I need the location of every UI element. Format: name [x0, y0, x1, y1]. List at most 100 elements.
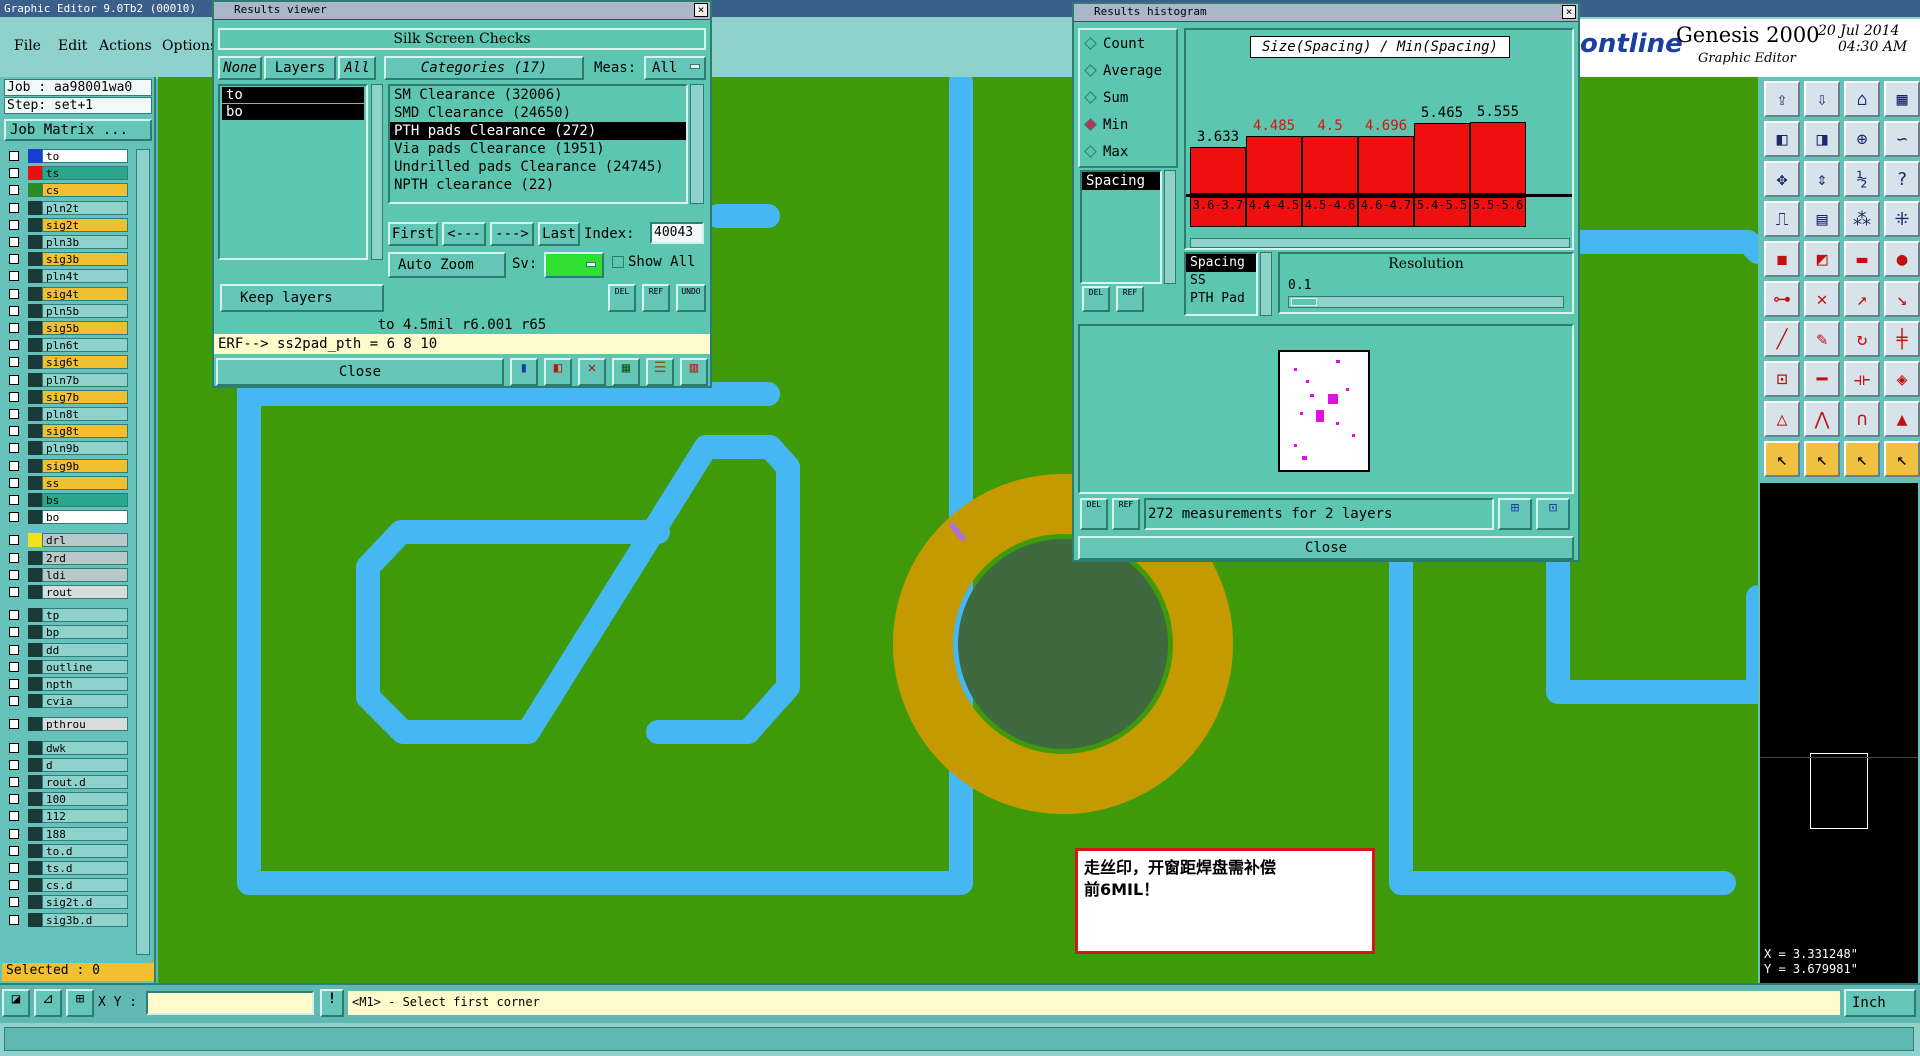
- layer-checkbox[interactable]: [9, 535, 19, 546]
- layer-row-112[interactable]: 112: [6, 809, 128, 824]
- histogram-bar[interactable]: [1470, 122, 1526, 194]
- layer-color-swatch[interactable]: [28, 510, 42, 525]
- resolution-slider[interactable]: [1288, 296, 1564, 308]
- layer-color-swatch[interactable]: [28, 149, 42, 163]
- type-scrollbar[interactable]: [1260, 252, 1272, 316]
- layer-color-swatch[interactable]: [28, 694, 42, 709]
- layer-checkbox[interactable]: [9, 202, 19, 213]
- drc-icon[interactable]: ⁂: [1844, 201, 1880, 237]
- histogram-icon[interactable]: ▥: [680, 358, 708, 386]
- layer-row-dwk[interactable]: dwk: [6, 740, 128, 755]
- pointer-icon[interactable]: ↖: [1764, 441, 1800, 477]
- layer-color-swatch[interactable]: [28, 659, 42, 674]
- layer-color-swatch[interactable]: [28, 843, 42, 858]
- layer-row-cs[interactable]: cs: [6, 183, 128, 198]
- layer-row-sig3b-d[interactable]: sig3b.d: [6, 912, 128, 927]
- layer-checkbox[interactable]: [9, 587, 19, 597]
- preview-del-button[interactable]: DEL: [1080, 498, 1108, 530]
- index-field[interactable]: 40043: [650, 222, 704, 244]
- category-item[interactable]: Undrilled pads Clearance (24745): [390, 158, 686, 176]
- menu-actions[interactable]: Actions: [99, 38, 152, 54]
- layer-row-bs[interactable]: bs: [6, 493, 128, 507]
- layer-row-pln8t[interactable]: pln8t: [6, 407, 128, 421]
- layer-row-cs-d[interactable]: cs.d: [6, 878, 128, 893]
- layer-checkbox[interactable]: [9, 719, 19, 730]
- overview-window[interactable]: [1760, 483, 1918, 1013]
- first-button[interactable]: First: [388, 222, 438, 246]
- layer-color-swatch[interactable]: [28, 550, 42, 565]
- pan-left-icon[interactable]: ◧: [1764, 121, 1800, 157]
- layer-row-sig2t[interactable]: sig2t: [6, 217, 128, 232]
- histogram-bar[interactable]: [1190, 147, 1246, 194]
- category-item[interactable]: NPTH clearance (22): [390, 176, 686, 194]
- layer-checkbox[interactable]: [9, 845, 19, 856]
- pattern-icon[interactable]: ◈: [1884, 361, 1920, 397]
- arch-icon[interactable]: ∩: [1844, 401, 1880, 437]
- last-button[interactable]: Last: [538, 222, 580, 246]
- layer-checkbox[interactable]: [9, 237, 19, 247]
- layer-row-pln2t[interactable]: pln2t: [6, 200, 128, 215]
- categories-listbox[interactable]: SM Clearance (32006) SMD Clearance (24650…: [388, 84, 688, 204]
- stat-radio-sum[interactable]: Sum: [1084, 90, 1128, 106]
- layer-color-swatch[interactable]: [28, 809, 42, 824]
- categories-button[interactable]: Categories (17): [384, 56, 584, 80]
- layer-color-swatch[interactable]: [28, 252, 42, 267]
- histogram-hscrollbar[interactable]: [1190, 238, 1570, 248]
- menu-file[interactable]: File: [14, 38, 41, 54]
- layer-checkbox[interactable]: [9, 219, 19, 230]
- arrow-icon[interactable]: ↘: [1884, 281, 1920, 317]
- zoom-to-icon[interactable]: ⊞: [1498, 498, 1532, 530]
- layer-row-sig6t[interactable]: sig6t: [6, 355, 128, 370]
- layer-color-swatch[interactable]: [28, 775, 42, 789]
- layer-row-rout[interactable]: rout: [6, 585, 128, 599]
- type-item[interactable]: SS: [1186, 272, 1256, 290]
- xy-input[interactable]: [146, 991, 314, 1015]
- layer-row-pln4t[interactable]: pln4t: [6, 269, 128, 284]
- grid-icon[interactable]: ▦: [1884, 81, 1920, 117]
- hist-del-button[interactable]: DEL: [1082, 286, 1110, 312]
- menu-edit[interactable]: Edit: [58, 38, 87, 54]
- histogram-bar[interactable]: [1302, 136, 1358, 194]
- layer-row-pthrou[interactable]: pthrou: [6, 717, 128, 732]
- layer-row-ldi[interactable]: ldi: [6, 567, 128, 582]
- layer-color-swatch[interactable]: [28, 475, 42, 490]
- layer-checkbox[interactable]: [9, 254, 19, 265]
- type-item[interactable]: PTH Pad: [1186, 290, 1256, 308]
- layer-checkbox[interactable]: [9, 863, 19, 873]
- layer-color-swatch[interactable]: [28, 355, 42, 370]
- cursor-mode-icon[interactable]: ◪: [2, 989, 30, 1017]
- layer-row-188[interactable]: 188: [6, 826, 128, 841]
- layer-color-swatch[interactable]: [28, 740, 42, 755]
- layer-row-outline[interactable]: outline: [6, 659, 128, 674]
- all-button[interactable]: All: [338, 56, 376, 80]
- select-chain-icon[interactable]: ↖: [1884, 441, 1920, 477]
- show-all-checkbox[interactable]: [612, 256, 624, 268]
- layer-row-pln5b[interactable]: pln5b: [6, 303, 128, 318]
- triangle-fill-icon[interactable]: ▲: [1884, 401, 1920, 437]
- layer-checkbox[interactable]: [9, 409, 19, 419]
- stat-radio-average[interactable]: Average: [1084, 63, 1162, 79]
- save-icon[interactable]: ⇩: [1804, 81, 1840, 117]
- layer-checkbox[interactable]: [9, 644, 19, 655]
- layer-color-swatch[interactable]: [28, 183, 42, 198]
- layer-checkbox[interactable]: [9, 288, 19, 299]
- histogram-bar[interactable]: [1358, 136, 1414, 194]
- param-listbox[interactable]: Spacing: [1080, 170, 1162, 284]
- table-icon[interactable]: ▤: [1804, 201, 1840, 237]
- layer-color-swatch[interactable]: [28, 717, 42, 732]
- layer-checkbox[interactable]: [9, 897, 19, 908]
- layer-checkbox[interactable]: [9, 610, 19, 621]
- cross-icon[interactable]: ✕: [1804, 281, 1840, 317]
- pad-icon[interactable]: ◼: [1764, 241, 1800, 277]
- undo-button[interactable]: UNDO: [676, 284, 706, 312]
- layer-list-item[interactable]: to: [222, 87, 364, 103]
- layer-checkbox[interactable]: [9, 426, 19, 437]
- alert-icon[interactable]: !: [320, 989, 344, 1017]
- move-icon[interactable]: ↗: [1844, 281, 1880, 317]
- layer-row-pln6t[interactable]: pln6t: [6, 338, 128, 353]
- layer-row-sig4t[interactable]: sig4t: [6, 286, 128, 301]
- ruler-icon[interactable]: ▬: [1844, 241, 1880, 277]
- layer-checkbox[interactable]: [9, 552, 19, 563]
- layers-scrollbar[interactable]: [371, 84, 383, 260]
- layer-row-rout-d[interactable]: rout.d: [6, 775, 128, 789]
